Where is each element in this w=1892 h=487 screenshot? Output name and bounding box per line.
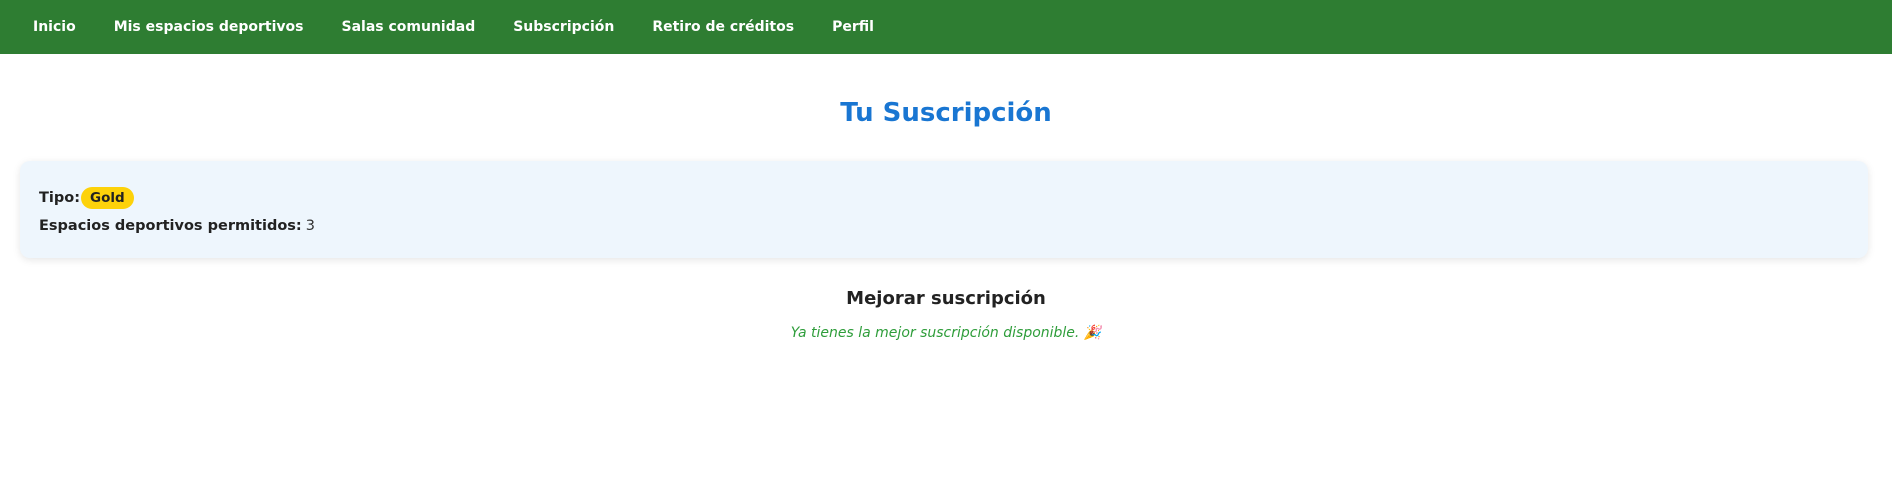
nav-item-subscripcion[interactable]: Subscripción [513,19,614,35]
page-title: Tu Suscripción [840,98,1052,128]
nav-item-mis-espacios-deportivos[interactable]: Mis espacios deportivos [114,19,304,35]
subscription-type-badge: Gold [81,186,134,209]
upgrade-status-message: Ya tienes la mejor suscripción disponibl… [790,325,1102,341]
allowed-spaces-row: Espacios deportivos permitidos: 3 [39,213,1849,238]
subscription-type-row: Tipo: Gold [39,185,1849,210]
top-navbar: Inicio Mis espacios deportivos Salas com… [0,0,1892,54]
nav-item-perfil[interactable]: Perfil [832,19,874,35]
nav-item-salas-comunidad[interactable]: Salas comunidad [342,19,476,35]
nav-item-inicio[interactable]: Inicio [33,19,76,35]
allowed-spaces-value: 3 [305,217,315,234]
subscription-card: Tipo: Gold Espacios deportivos permitido… [20,161,1868,258]
subscription-type-label: Tipo: [39,189,81,206]
allowed-spaces-label: Espacios deportivos permitidos: [39,217,302,234]
upgrade-section-title: Mejorar suscripción [846,288,1046,309]
nav-item-retiro-de-creditos[interactable]: Retiro de créditos [652,19,794,35]
